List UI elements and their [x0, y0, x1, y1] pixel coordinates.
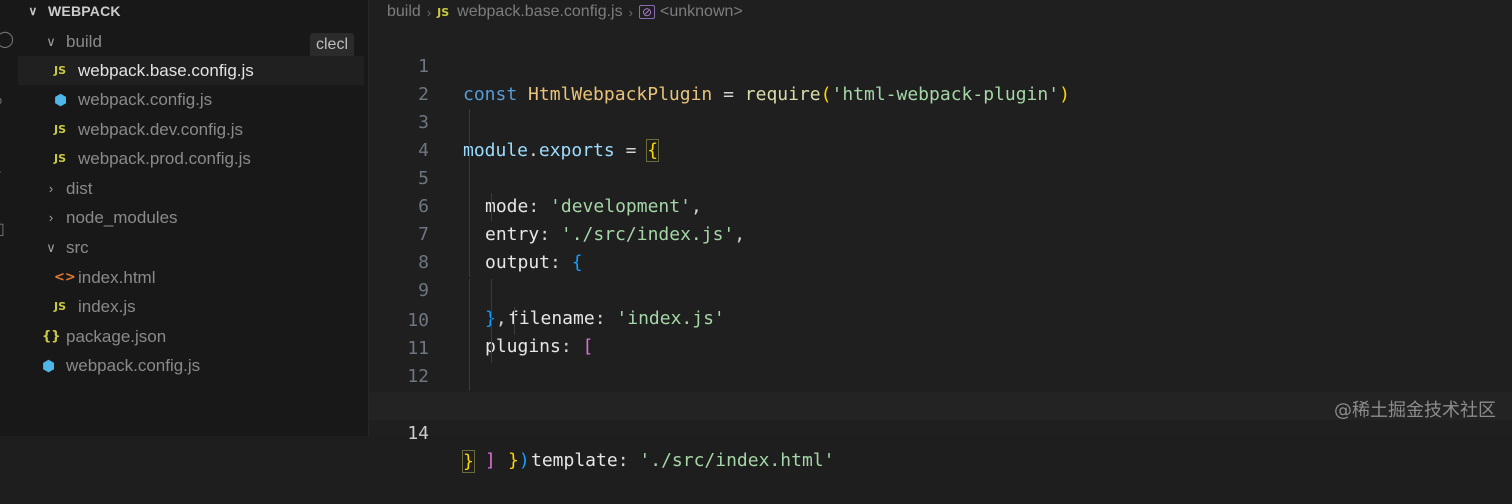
source-control-icon[interactable]: ᵒ: [0, 96, 2, 112]
tree-item-label: node_modules: [66, 207, 178, 227]
tree-folder-dist[interactable]: › dist: [18, 174, 364, 203]
breadcrumb-symbol[interactable]: <unknown>: [660, 3, 743, 21]
tree-item-label: webpack.dev.config.js: [78, 119, 244, 139]
code-line[interactable]: 7 filename: 'index.js': [369, 193, 1512, 329]
tree-file-package-json[interactable]: {} package.json: [18, 322, 364, 351]
token-property: template: [531, 450, 618, 471]
tree-item-label: webpack.config.js: [78, 89, 213, 109]
tree-folder-src[interactable]: ∨ src: [18, 233, 364, 262]
code-line[interactable]: 2: [369, 53, 1512, 105]
chevron-right-icon: ›: [48, 181, 54, 196]
breadcrumb: build › JS webpack.base.config.js › ⊘ <u…: [387, 0, 743, 24]
tree-file-webpack-config[interactable]: ⬢ webpack.config.js: [18, 85, 364, 114]
code-line[interactable]: 1 const HtmlWebpackPlugin = require('htm…: [369, 25, 1512, 105]
tree-item-label: index.js: [78, 296, 136, 316]
chevron-right-icon: ›: [48, 210, 54, 225]
code-editor[interactable]: build › JS webpack.base.config.js › ⊘ <u…: [369, 0, 1512, 473]
run-debug-icon[interactable]: ›: [0, 164, 1, 180]
tree-item-label: dist: [66, 178, 93, 198]
chevron-down-icon: ∨: [46, 239, 56, 255]
extensions-icon[interactable]: ▯: [0, 222, 5, 238]
tooltip: clecl: [310, 33, 355, 57]
tree-item-label: build: [66, 31, 102, 51]
code-line[interactable]: 12 }): [369, 335, 1512, 471]
code-line[interactable]: 10 new HtmlWebpackPlugin({: [369, 279, 1512, 415]
code-line[interactable]: 11 template: './src/index.html': [369, 307, 1512, 471]
activity-bar: ◯ ᵒ › ▯: [0, 0, 18, 436]
tree-item-label: webpack.config.js: [66, 355, 201, 375]
breadcrumb-file[interactable]: webpack.base.config.js: [457, 3, 622, 21]
code-line[interactable]: 6 output: {: [369, 165, 1512, 273]
webpack-file-icon: ⬢: [42, 356, 56, 375]
explorer-sidebar: ∨ WEBPACK ∨ build clecl JS webpack.base.…: [18, 0, 368, 436]
token-string: './src/index.html': [639, 450, 835, 471]
chevron-down-icon: ∨: [46, 33, 56, 49]
html-file-icon: <>: [54, 270, 76, 285]
json-file-icon: {}: [42, 329, 61, 344]
code-line[interactable]: 8 },: [369, 221, 1512, 329]
code-line[interactable]: 9 plugins: [: [369, 249, 1512, 357]
tree-item-label: webpack.prod.config.js: [78, 148, 251, 168]
tree-item-label: src: [66, 237, 89, 257]
js-file-icon: JS: [54, 152, 67, 165]
breadcrumb-folder[interactable]: build: [387, 3, 421, 21]
code-line[interactable]: 13 ]: [369, 363, 1512, 471]
line-number: 14: [407, 423, 429, 444]
webpack-file-icon: ⬢: [54, 90, 68, 109]
js-file-icon: JS: [54, 300, 67, 313]
code-line[interactable]: 5 entry: './src/index.js',: [369, 137, 1512, 245]
tree-item-label: package.json: [66, 326, 167, 346]
code-line[interactable]: 3 module.exports = {: [369, 81, 1512, 162]
js-file-icon: JS: [437, 5, 450, 19]
tree-folder-node-modules[interactable]: › node_modules: [18, 203, 364, 232]
symbol-icon: ⊘: [638, 5, 656, 19]
section-title: WEBPACK: [48, 3, 121, 19]
tree-file-webpack-prod-config[interactable]: JS webpack.prod.config.js: [18, 144, 364, 173]
tree-item-label: index.html: [78, 267, 156, 287]
tree-file-webpack-base-config[interactable]: JS webpack.base.config.js: [18, 56, 364, 85]
chevron-right-icon: ›: [426, 4, 432, 20]
tree-file-index-html[interactable]: <> index.html: [18, 263, 364, 292]
explorer-section-header[interactable]: ∨ WEBPACK: [28, 2, 121, 20]
tree-file-webpack-dev-config[interactable]: JS webpack.dev.config.js: [18, 115, 364, 144]
js-file-icon: JS: [54, 64, 67, 77]
chevron-right-icon: ›: [628, 4, 633, 20]
js-file-icon: JS: [54, 123, 67, 136]
tree-file-webpack-config-root[interactable]: ⬢ webpack.config.js: [18, 351, 364, 380]
chevron-down-icon: ∨: [28, 4, 38, 18]
watermark: @稀土掘金技术社区: [1334, 400, 1496, 421]
search-icon[interactable]: ◯: [0, 32, 14, 48]
tree-item-label: webpack.base.config.js: [78, 60, 254, 80]
tree-file-index-js[interactable]: JS index.js: [18, 292, 364, 321]
code-line[interactable]: 4 mode: 'development',: [369, 109, 1512, 217]
